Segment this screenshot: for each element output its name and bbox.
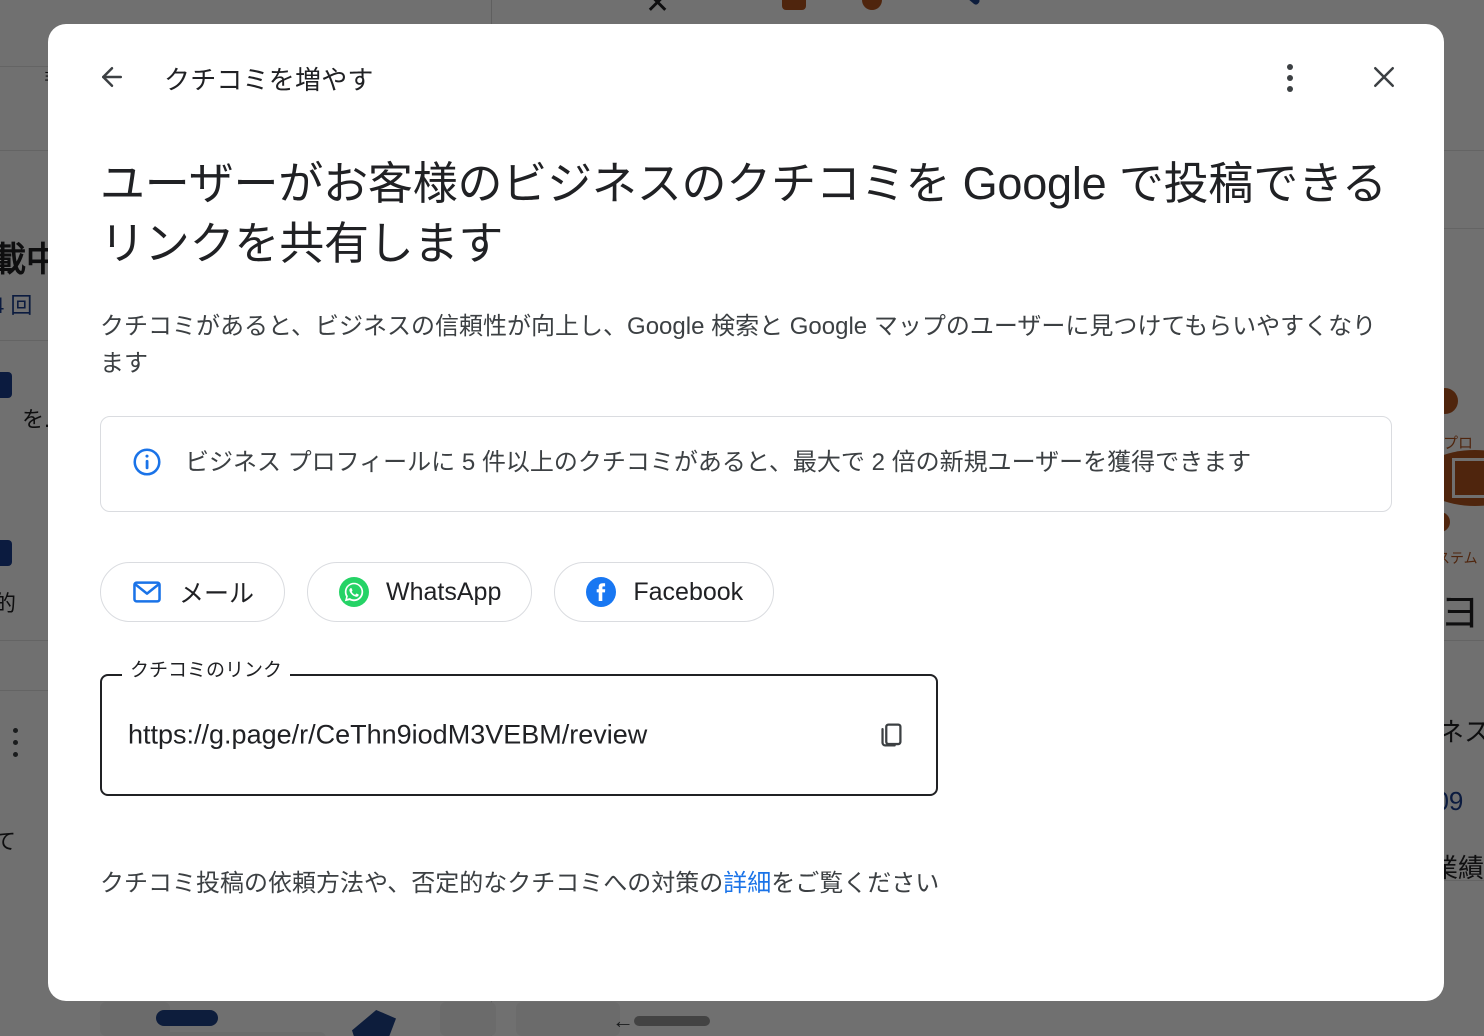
share-facebook-button[interactable]: Facebook — [554, 562, 775, 623]
copy-icon — [874, 719, 906, 751]
copy-link-button[interactable] — [864, 709, 916, 761]
add-reviews-dialog: クチコミを増やす ユーザーがお客様のビジネスのクチコミを Google で投稿で… — [48, 24, 1444, 1001]
close-button[interactable] — [1356, 50, 1412, 106]
info-circle-icon — [131, 443, 163, 483]
dialog-subtext: クチコミがあると、ビジネスの信頼性が向上し、Google 検索と Google … — [100, 312, 1377, 377]
learn-more-suffix: をご覧ください — [771, 870, 940, 898]
more-options-button[interactable] — [1262, 50, 1318, 106]
review-link-value[interactable]: https://g.page/r/CeThn9iodM3VEBM/review — [128, 720, 647, 751]
review-link-field[interactable]: クチコミのリンク https://g.page/r/CeThn9iodM3VEB… — [100, 661, 938, 797]
close-icon — [1369, 62, 1399, 95]
share-email-label: メール — [179, 580, 255, 609]
back-button[interactable] — [84, 50, 140, 106]
share-whatsapp-button[interactable]: WhatsApp — [307, 562, 533, 623]
whatsapp-icon — [338, 576, 370, 608]
info-callout-text: ビジネス プロフィールに 5 件以上のクチコミがあると、最大で 2 倍の新規ユー… — [185, 449, 1252, 477]
learn-more-link[interactable]: 詳細 — [723, 870, 771, 897]
review-link-label: クチコミのリンク — [122, 661, 291, 681]
kebab-menu-icon — [1287, 62, 1293, 95]
share-facebook-label: Facebook — [633, 577, 744, 606]
share-email-button[interactable]: メール — [100, 562, 286, 623]
learn-more-prefix: クチコミ投稿の依頼方法や、否定的なクチコミへの対策の — [100, 870, 724, 898]
page-title: ユーザーがお客様のビジネスのクチコミを Google で投稿できるリンクを共有し… — [100, 158, 1387, 269]
dialog-body: ユーザーがお客様のビジネスのクチコミを Google で投稿できるリンクを共有し… — [48, 154, 1444, 902]
share-chip-group: メール WhatsApp Facebook — [100, 562, 1392, 623]
email-icon — [131, 576, 163, 608]
dialog-title: クチコミを増やす — [164, 64, 374, 95]
info-callout: ビジネス プロフィールに 5 件以上のクチコミがあると、最大で 2 倍の新規ユー… — [100, 416, 1392, 513]
arrow-left-icon — [97, 62, 127, 95]
learn-more-note: クチコミ投稿の依頼方法や、否定的なクチコミへの対策の詳細をご覧ください — [100, 866, 1392, 902]
dialog-topbar: クチコミを増やす — [48, 24, 1444, 132]
facebook-icon — [585, 576, 617, 608]
share-whatsapp-label: WhatsApp — [386, 577, 502, 606]
